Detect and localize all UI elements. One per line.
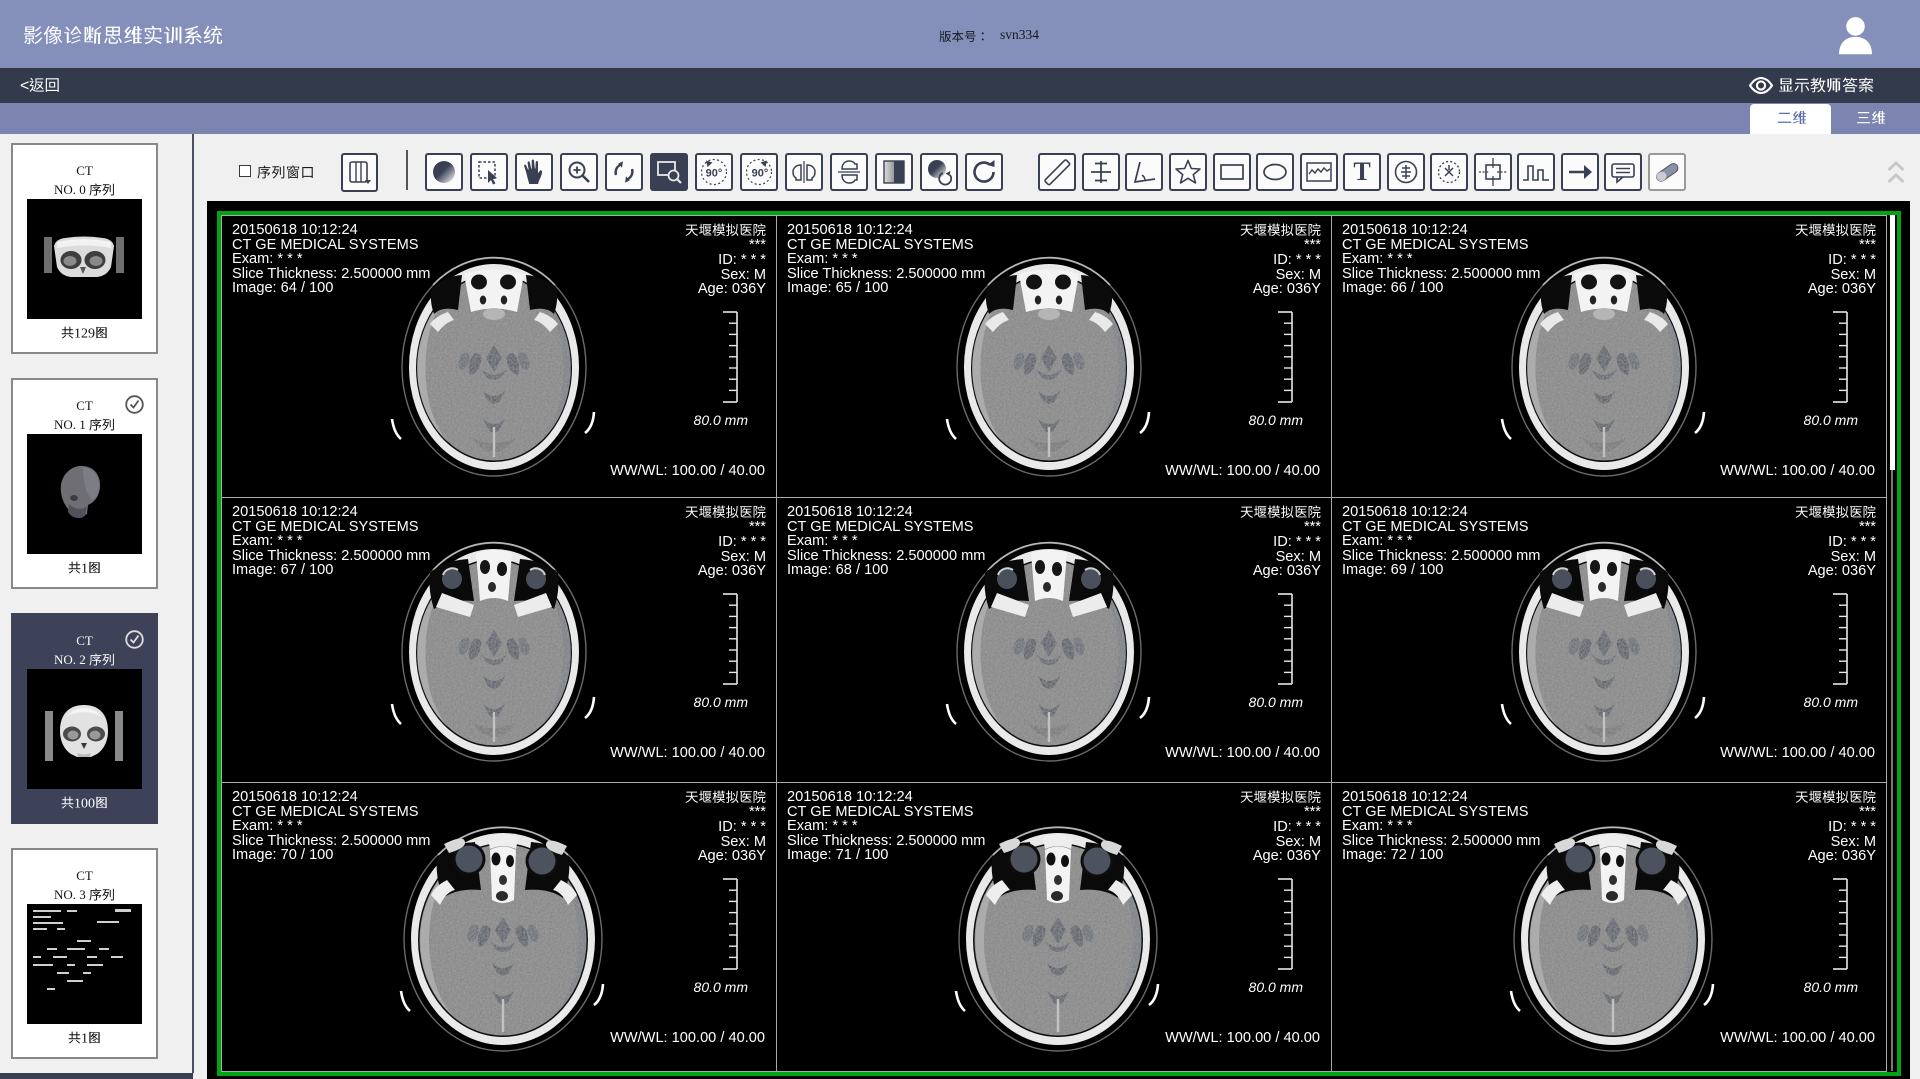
svg-text:90°: 90° — [752, 168, 769, 180]
svg-text:90°: 90° — [706, 168, 723, 180]
